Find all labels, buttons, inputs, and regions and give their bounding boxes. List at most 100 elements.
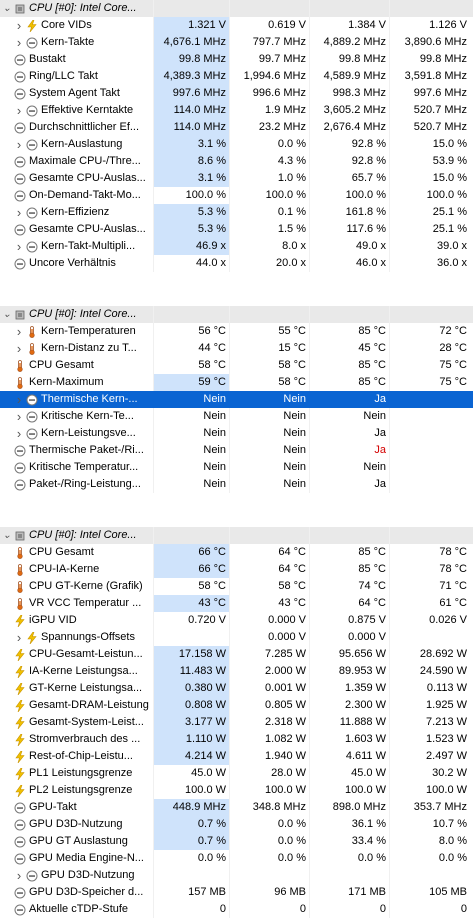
sensor-row[interactable]: Uncore Verhältnis 44.0 x 20.0 x 46.0 x 36.0 … [0, 255, 473, 272]
sensor-label[interactable]: GT-Kerne Leistungsa... [0, 680, 153, 697]
sensor-row[interactable]: › Effektive Kerntakte 114.0 MHz 1.9 MHz 3,60… [0, 102, 473, 119]
collapse-icon[interactable]: ⌄ [2, 527, 12, 544]
sensor-row[interactable]: Thermische Paket-/Ri... Nein Nein Ja [0, 442, 473, 459]
sensor-row[interactable]: System Agent Takt 997.6 MHz 996.6 MHz 998.3… [0, 85, 473, 102]
expand-chevron-icon[interactable]: › [14, 391, 24, 408]
sensor-label[interactable]: › Kern-Takte [0, 34, 153, 51]
sensor-label[interactable]: System Agent Takt [0, 85, 153, 102]
sensor-label[interactable]: › Core VIDs [0, 17, 153, 34]
sensor-label[interactable]: On-Demand-Takt-Mo... [0, 187, 153, 204]
sensor-row[interactable]: GPU-Takt 448.9 MHz 348.8 MHz 898.0 MHz 353.7… [0, 799, 473, 816]
sensor-row[interactable]: On-Demand-Takt-Mo... 100.0 % 100.0 % 100.0 … [0, 187, 473, 204]
sensor-label[interactable]: › Effektive Kerntakte [0, 102, 153, 119]
sensor-row[interactable]: Maximale CPU-/Thre... 8.6 % 4.3 % 92.8 % 53.… [0, 153, 473, 170]
sensor-label[interactable]: CPU Gesamt [0, 544, 153, 561]
collapse-icon[interactable]: ⌄ [2, 0, 12, 17]
expand-chevron-icon[interactable]: › [14, 629, 24, 646]
sensor-row[interactable]: Gesamte CPU-Auslas... 5.3 % 1.5 % 117.6 % 25… [0, 221, 473, 238]
sensor-row[interactable]: Rest-of-Chip-Leistu... 4.214 W 1.940 W 4.61… [0, 748, 473, 765]
sensor-label[interactable]: Maximale CPU-/Thre... [0, 153, 153, 170]
sensor-label[interactable]: › Kern-Auslastung [0, 136, 153, 153]
expand-chevron-icon[interactable]: › [14, 238, 24, 255]
expand-chevron-icon[interactable]: › [14, 17, 24, 34]
sensor-label[interactable]: Ring/LLC Takt [0, 68, 153, 85]
sensor-label[interactable]: CPU-Gesamt-Leistun... [0, 646, 153, 663]
sensor-row[interactable]: › Kern-Auslastung 3.1 % 0.0 % 92.8 % 15.0 % [0, 136, 473, 153]
sensor-label[interactable]: PL1 Leistungsgrenze [0, 765, 153, 782]
expand-chevron-icon[interactable]: › [14, 408, 24, 425]
expand-chevron-icon[interactable]: › [14, 34, 24, 51]
sensor-row[interactable]: IA-Kerne Leistungsa... 11.483 W 2.000 W 89.… [0, 663, 473, 680]
sensor-row[interactable]: CPU GT-Kerne (Grafik) 58 °C 58 °C 74 °C 71 °… [0, 578, 473, 595]
sensor-row[interactable]: Gesamt-System-Leist... 3.177 W 2.318 W 11.8… [0, 714, 473, 731]
sensor-row[interactable]: › Kern-Distanz zu T... 44 °C 15 °C 45 °C 28 °… [0, 340, 473, 357]
sensor-row[interactable]: Gesamt-DRAM-Leistung 0.808 W 0.805 W 2.300 … [0, 697, 473, 714]
sensor-label[interactable]: CPU Gesamt [0, 357, 153, 374]
sensor-label[interactable]: VR VCC Temperatur ... [0, 595, 153, 612]
sensor-row[interactable]: PL1 Leistungsgrenze 45.0 W 28.0 W 45.0 W 30.… [0, 765, 473, 782]
sensor-row[interactable]: › Kern-Takt-Multipli... 46.9 x 8.0 x 49.0 x3… [0, 238, 473, 255]
section-header-label[interactable]: ⌄ CPU [#0]: Intel Core... [0, 527, 153, 544]
sensor-row[interactable]: Kritische Temperatur... Nein Nein Nein [0, 459, 473, 476]
sensor-row[interactable]: › Thermische Kern-... Nein Nein Ja [0, 391, 473, 408]
sensor-label[interactable]: GPU-Takt [0, 799, 153, 816]
expand-chevron-icon[interactable]: › [14, 204, 24, 221]
sensor-row[interactable]: Aktuelle cTDP-Stufe 0 0 0 0 [0, 901, 473, 918]
sensor-row[interactable]: Paket-/Ring-Leistung... Nein Nein Ja [0, 476, 473, 493]
expand-chevron-icon[interactable]: › [14, 867, 24, 884]
sensor-label[interactable]: › Kern-Takt-Multipli... [0, 238, 153, 255]
expand-chevron-icon[interactable]: › [14, 323, 24, 340]
sensor-label[interactable]: IA-Kerne Leistungsa... [0, 663, 153, 680]
section-header[interactable]: ⌄ CPU [#0]: Intel Core... [0, 527, 473, 544]
sensor-row[interactable]: Gesamte CPU-Auslas... 3.1 % 1.0 % 65.7 % 15.… [0, 170, 473, 187]
sensor-label[interactable]: iGPU VID [0, 612, 153, 629]
sensor-row[interactable]: › Kern-Temperaturen 56 °C 55 °C 85 °C 72 °C [0, 323, 473, 340]
sensor-row[interactable]: GPU Media Engine-N... 0.0 % 0.0 % 0.0 % 0.0 … [0, 850, 473, 867]
sensor-row[interactable]: VR VCC Temperatur ... 43 °C 43 °C 64 °C 61 °… [0, 595, 473, 612]
sensor-label[interactable]: › GPU D3D-Nutzung [0, 867, 153, 884]
sensor-label[interactable]: GPU D3D-Nutzung [0, 816, 153, 833]
sensor-label[interactable]: Gesamt-DRAM-Leistung [0, 697, 153, 714]
sensor-row[interactable]: Bustakt 99.8 MHz 99.7 MHz 99.8 MHz 99.8 MHz [0, 51, 473, 68]
sensor-label[interactable]: › Kern-Distanz zu T... [0, 340, 153, 357]
section-header-label[interactable]: ⌄ CPU [#0]: Intel Core... [0, 306, 153, 323]
sensor-row[interactable]: iGPU VID 0.720 V 0.000 V 0.875 V 0.026 V [0, 612, 473, 629]
sensor-label[interactable]: Bustakt [0, 51, 153, 68]
sensor-label[interactable]: Uncore Verhältnis [0, 255, 153, 272]
sensor-label[interactable]: GPU GT Auslastung [0, 833, 153, 850]
sensor-label[interactable]: › Kern-Effizienz [0, 204, 153, 221]
section-header[interactable]: ⌄ CPU [#0]: Intel Core... [0, 0, 473, 17]
expand-chevron-icon[interactable]: › [14, 102, 24, 119]
sensor-row[interactable]: Stromverbrauch des ... 1.110 W 1.082 W 1.60… [0, 731, 473, 748]
sensor-label[interactable]: Stromverbrauch des ... [0, 731, 153, 748]
sensor-label[interactable]: CPU-IA-Kerne [0, 561, 153, 578]
sensor-row[interactable]: › Kern-Takte 4,676.1 MHz 797.7 MHz 4,889.2 M… [0, 34, 473, 51]
sensor-row[interactable]: GPU D3D-Nutzung 0.7 % 0.0 % 36.1 % 10.7 % [0, 816, 473, 833]
sensor-row[interactable]: CPU-Gesamt-Leistun... 17.158 W 7.285 W 95.6… [0, 646, 473, 663]
sensor-label[interactable]: Kern-Maximum [0, 374, 153, 391]
sensor-row[interactable]: CPU-IA-Kerne 66 °C 64 °C 85 °C 78 °C [0, 561, 473, 578]
section-header[interactable]: ⌄ CPU [#0]: Intel Core... [0, 306, 473, 323]
sensor-label[interactable]: Kritische Temperatur... [0, 459, 153, 476]
sensor-label[interactable]: › Kritische Kern-Te... [0, 408, 153, 425]
sensor-row[interactable]: GPU GT Auslastung 0.7 % 0.0 % 33.4 % 8.0 % [0, 833, 473, 850]
sensor-label[interactable]: Rest-of-Chip-Leistu... [0, 748, 153, 765]
sensor-label[interactable]: Thermische Paket-/Ri... [0, 442, 153, 459]
collapse-icon[interactable]: ⌄ [2, 306, 12, 323]
sensor-row[interactable]: CPU Gesamt 66 °C 64 °C 85 °C 78 °C [0, 544, 473, 561]
sensor-row[interactable]: Ring/LLC Takt 4,389.3 MHz 1,994.6 MHz 4,589… [0, 68, 473, 85]
sensor-label[interactable]: CPU GT-Kerne (Grafik) [0, 578, 153, 595]
sensor-label[interactable]: Durchschnittlicher Ef... [0, 119, 153, 136]
sensor-label[interactable]: Aktuelle cTDP-Stufe [0, 901, 153, 918]
sensor-row[interactable]: › GPU D3D-Nutzung [0, 867, 473, 884]
sensor-label[interactable]: Gesamt-System-Leist... [0, 714, 153, 731]
sensor-row[interactable]: › Kern-Effizienz 5.3 % 0.1 % 161.8 % 25.1 % [0, 204, 473, 221]
expand-chevron-icon[interactable]: › [14, 136, 24, 153]
sensor-label[interactable]: GPU Media Engine-N... [0, 850, 153, 867]
sensor-row[interactable]: › Kritische Kern-Te... Nein Nein Nein [0, 408, 473, 425]
expand-chevron-icon[interactable]: › [14, 425, 24, 442]
sensor-label[interactable]: › Thermische Kern-... [0, 391, 153, 408]
sensor-row[interactable]: PL2 Leistungsgrenze 100.0 W 100.0 W 100.0 W… [0, 782, 473, 799]
sensor-label[interactable]: Gesamte CPU-Auslas... [0, 221, 153, 238]
sensor-row[interactable]: › Kern-Leistungsve... Nein Nein Ja [0, 425, 473, 442]
